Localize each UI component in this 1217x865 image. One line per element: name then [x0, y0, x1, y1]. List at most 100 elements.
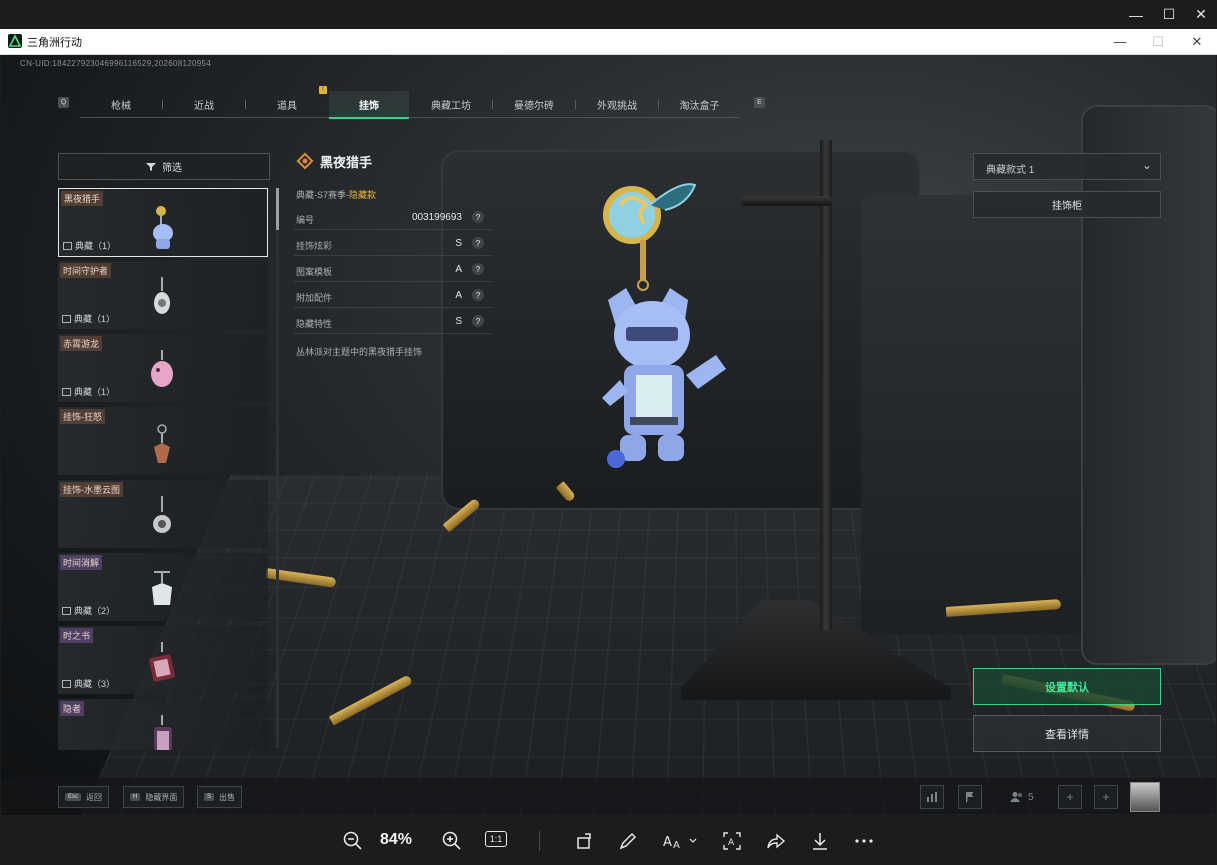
filter-button[interactable]: 筛选 [58, 153, 270, 180]
list-item[interactable]: 挂饰-狂怒 [58, 407, 268, 475]
charm-cabinet-button[interactable]: 挂饰柜 [973, 191, 1161, 218]
help-icon[interactable]: ? [472, 237, 484, 249]
attribute-label: 编号 [296, 215, 315, 225]
viewer-titlebar [0, 0, 1217, 29]
sell-hint-button[interactable]: S 出售 [197, 786, 243, 808]
rarity-icon [62, 387, 71, 396]
game-close-button[interactable]: ✕ [1177, 29, 1217, 54]
list-item[interactable]: 黑夜猎手 典藏（1） [58, 188, 268, 257]
list-item-rarity: 典藏（3） [62, 677, 115, 690]
add-icon[interactable]: + [1058, 785, 1082, 809]
display-stand-pole [820, 140, 832, 630]
list-item-name: 时间守护者 [60, 263, 112, 278]
rarity-icon [62, 679, 71, 688]
tab-mandel-brick[interactable]: 曼德尔砖 [493, 91, 575, 117]
back-hint-button[interactable]: Esc 返回 [58, 786, 110, 808]
list-item-name: 挂饰-狂怒 [60, 409, 105, 424]
charm-model-preview[interactable] [590, 165, 740, 470]
list-item-rarity: 典藏（1） [62, 312, 115, 325]
weapon-case-right [1081, 105, 1216, 665]
hint-label: 返回 [86, 792, 103, 802]
style-variant-select[interactable]: 典藏款式 1 ⌄ [973, 153, 1161, 180]
help-icon[interactable]: ? [472, 289, 484, 301]
tab-next-key-hint: E [754, 97, 765, 108]
viewer-close-button[interactable]: ✕ [1178, 0, 1217, 29]
add-icon[interactable]: + [1094, 785, 1118, 809]
help-icon[interactable]: ? [472, 263, 484, 275]
charm-thumbnail-icon [153, 496, 171, 533]
charm-thumbnail-icon [154, 715, 172, 750]
zoom-out-icon[interactable] [341, 829, 365, 853]
charm-list: 黑夜猎手 典藏（1） 时间守护者 典藏（1） 赤霄游龙 典藏（1） 挂饰-狂怒 … [58, 188, 270, 750]
charm-thumbnail-icon [154, 424, 170, 463]
rarity-icon [62, 606, 71, 615]
hidden-variant-tag: 隐藏款 [349, 190, 377, 200]
tab-appearance-challenge[interactable]: 外观挑战 [576, 91, 658, 117]
more-options-icon[interactable] [852, 829, 876, 853]
game-logo-icon [8, 34, 22, 48]
rarity-icon [62, 314, 71, 323]
tab-elimination-box[interactable]: 淘汰盒子 [659, 91, 740, 117]
attribute-row: 附加配件 A ? [294, 285, 492, 308]
tab-weapons[interactable]: 枪械 [80, 91, 162, 117]
zoom-in-icon[interactable] [440, 829, 464, 853]
list-item-rarity: 典藏（1） [63, 239, 116, 252]
weapon-case-middle [861, 195, 1101, 635]
attribute-row: 图案模板 A ? [294, 259, 492, 282]
view-details-button[interactable]: 查看详情 [973, 715, 1161, 752]
stats-icon[interactable] [920, 785, 944, 809]
tab-prev-key-hint: Q [58, 97, 69, 108]
charm-thumbnail-icon [149, 642, 175, 682]
toolbar-divider [539, 831, 540, 851]
list-item-name: 黑夜猎手 [61, 191, 104, 206]
list-item[interactable]: 时之书 典藏（3） [58, 626, 268, 694]
attribute-row: 挂饰炫彩 S ? [294, 233, 492, 256]
text-recognize-icon[interactable]: A [720, 829, 744, 853]
attribute-value: S [455, 316, 462, 327]
actual-size-button[interactable]: 1:1 [485, 831, 507, 847]
rarity-icon [63, 241, 72, 250]
list-item[interactable]: 时间守护者 典藏（1） [58, 261, 268, 329]
list-item[interactable]: 赤霄游龙 典藏（1） [58, 334, 268, 402]
list-item-rarity: 典藏（2） [62, 604, 115, 617]
list-item-name: 赤霄游龙 [60, 336, 103, 351]
list-scrollbar-thumb[interactable] [276, 188, 279, 230]
list-item-name: 时之书 [60, 628, 94, 643]
avatar[interactable] [1130, 782, 1160, 812]
attribute-label: 图案模板 [296, 267, 333, 277]
key-chip: Esc [65, 793, 82, 801]
game-minimize-button[interactable]: — [1100, 29, 1140, 54]
list-item[interactable]: 时间消解 典藏（2） [58, 553, 268, 621]
list-scrollbar[interactable] [276, 188, 279, 748]
attribute-value: A [455, 264, 462, 275]
list-item[interactable]: 挂饰-水墨云图 [58, 480, 268, 548]
attribute-label: 隐藏特性 [296, 319, 333, 329]
attribute-label: 附加配件 [296, 293, 333, 303]
tab-charms[interactable]: 挂饰 [329, 91, 409, 119]
attribute-row: 隐藏特性 S ? [294, 311, 492, 334]
help-icon[interactable]: ? [472, 315, 484, 327]
hide-ui-hint-button[interactable]: H 隐藏界面 [123, 786, 185, 808]
hint-label: 出售 [219, 792, 236, 802]
charm-description: 丛林派对主题中的黑夜猎手挂饰 [296, 347, 423, 357]
flag-icon[interactable] [958, 785, 982, 809]
download-icon[interactable] [808, 829, 832, 853]
category-tab-bar: 枪械 近战 道具 挂饰 典藏工坊 曼德尔砖 外观挑战 淘汰盒子 [80, 91, 740, 119]
set-default-button[interactable]: 设置默认 [973, 668, 1161, 705]
list-item-rarity: 典藏（1） [62, 385, 115, 398]
text-translate-icon[interactable]: AA [660, 829, 700, 853]
help-icon[interactable]: ? [472, 211, 484, 223]
friends-counter[interactable]: 5 [1010, 785, 1034, 809]
friends-icon [1010, 792, 1022, 802]
tab-melee[interactable]: 近战 [163, 91, 245, 117]
rotate-icon[interactable] [573, 829, 597, 853]
svg-text:A: A [728, 838, 735, 848]
viewer-toolbar [0, 816, 1217, 865]
game-maximize-button[interactable]: ☐ [1138, 29, 1178, 54]
tab-collection-workshop[interactable]: 典藏工坊 [410, 91, 492, 117]
tab-props[interactable]: 道具 [246, 91, 328, 117]
list-item[interactable]: 隐者 [58, 699, 268, 750]
share-icon[interactable] [764, 829, 788, 853]
edit-pen-icon[interactable] [616, 829, 640, 853]
svg-text:A: A [663, 835, 672, 850]
